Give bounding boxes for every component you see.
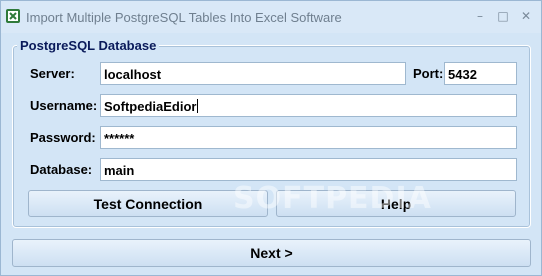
maximize-icon[interactable]: □ (496, 9, 510, 23)
password-label: Password: (30, 130, 96, 145)
username-label: Username: (30, 98, 98, 113)
username-input[interactable]: SoftpediaEdior (100, 94, 517, 117)
port-input[interactable]: 5432 (444, 62, 517, 85)
softpedia-watermark: SOFTPEDIA (233, 181, 432, 216)
group-legend: PostgreSQL Database (17, 38, 160, 53)
minimize-icon[interactable]: – (473, 9, 487, 23)
text-caret (197, 99, 199, 113)
test-connection-label: Test Connection (93, 196, 203, 212)
database-label: Database: (30, 162, 93, 177)
window-title: Import Multiple PostgreSQL Tables Into E… (26, 10, 342, 25)
port-label: Port: (413, 66, 444, 81)
server-label: Server: (30, 66, 75, 81)
test-connection-button[interactable]: Test Connection (28, 190, 268, 217)
excel-app-icon (6, 9, 20, 23)
next-label: Next > (250, 245, 293, 261)
database-input[interactable]: main (100, 158, 517, 181)
next-button[interactable]: Next > (12, 239, 531, 267)
password-input[interactable]: ****** (100, 126, 517, 149)
server-input[interactable]: localhost (100, 62, 406, 85)
app-window: Import Multiple PostgreSQL Tables Into E… (0, 0, 542, 276)
title-bar[interactable]: Import Multiple PostgreSQL Tables Into E… (1, 1, 541, 33)
close-icon[interactable]: ✕ (519, 9, 533, 23)
username-value: SoftpediaEdior (104, 99, 197, 114)
